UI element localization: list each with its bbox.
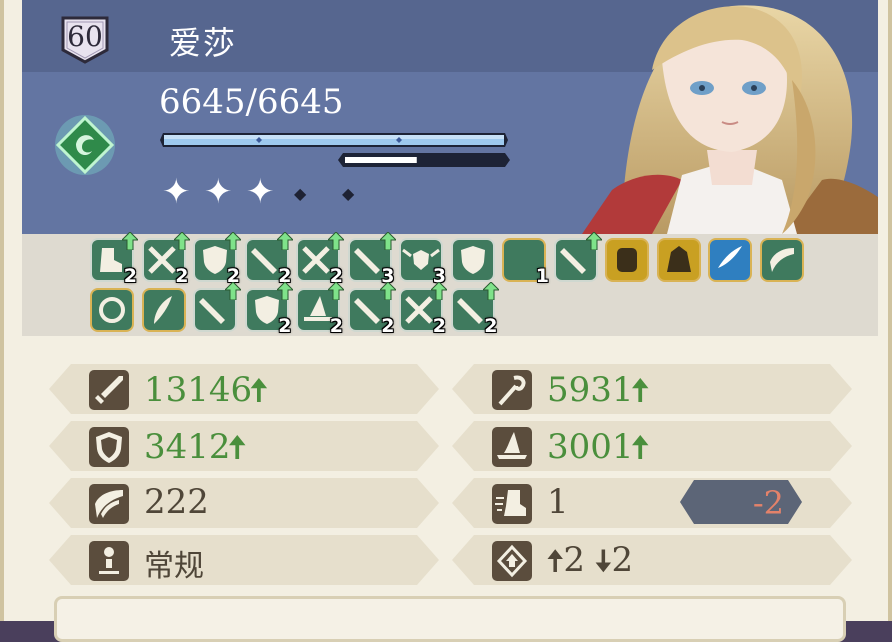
defense-value: 3412🠅 [144, 425, 246, 479]
hp-bar [159, 132, 509, 148]
staff-icon [492, 370, 532, 410]
sub-bar [337, 152, 511, 168]
sword-up-icon[interactable]: 3 [347, 231, 397, 287]
buff-up-arrow-icon [223, 231, 243, 254]
crescent-moon-icon[interactable]: 1 [502, 238, 549, 287]
sword-up-icon[interactable] [553, 231, 603, 282]
description-box [54, 596, 846, 642]
buff-stack-count: 2 [484, 315, 498, 337]
stat-jump: 🠅2 🠇2 [452, 535, 852, 585]
hat-up-icon[interactable]: 2 [296, 281, 346, 337]
level-number: 60 [67, 20, 103, 53]
star-empty-icon: ◆ [342, 184, 355, 203]
guardian-icon[interactable] [656, 238, 701, 282]
buff-up-arrow-icon [172, 231, 191, 254]
stats-panel: 13146🠅 5931🠅 3412🠅 3001🠅 222 1 常规 🠅2 🠇2 [22, 336, 878, 621]
shield-icon[interactable] [450, 238, 495, 282]
star-filled-icon: ✦ [204, 172, 233, 212]
attack-value: 13146🠅 [144, 368, 268, 422]
buff-stack-count: 1 [535, 265, 549, 287]
buff-up-arrow-icon [378, 231, 397, 254]
crossed-swords-up-icon[interactable]: 2 [399, 281, 449, 337]
type-value: 常规 [144, 549, 204, 584]
sword-icon [89, 370, 129, 410]
jump-down-icon: 🠇 [595, 544, 612, 579]
swirl-icon[interactable] [90, 288, 134, 332]
character-card: 60 爱莎 6645/6645 ✦ ✦ ✦ ◆ ◆ 2 2 2 2 2 3 3 … [0, 0, 892, 642]
blade-slash-icon[interactable] [708, 238, 752, 282]
move-value: 1 [547, 482, 569, 522]
buff-up-arrow-icon [326, 231, 346, 254]
buff-up-arrow-icon [378, 281, 397, 304]
buff-stack-count: 2 [123, 265, 137, 287]
wings-shield-icon[interactable]: 3 [399, 238, 446, 287]
stat-attack: 13146🠅 [49, 364, 439, 414]
buff-up-arrow-icon [275, 231, 294, 254]
level-badge: 60 [59, 14, 111, 64]
hp-value: 6645/6645 [159, 82, 344, 122]
buff-up-arrow-icon [120, 231, 140, 254]
jump-up-icon: 🠅 [547, 544, 564, 579]
star-empty-icon: ◆ [294, 184, 307, 203]
sword-up-icon[interactable]: 2 [450, 281, 500, 337]
character-name: 爱莎 [169, 24, 238, 62]
stat-magic-defense: 3001🠅 [452, 421, 852, 471]
jump-value: 🠅2 🠇2 [547, 540, 634, 580]
wing-icon[interactable] [759, 238, 804, 282]
sword-up-icon[interactable] [193, 281, 243, 332]
magic-attack-value: 5931🠅 [547, 368, 649, 422]
buff-up-arrow-icon [584, 231, 603, 254]
wing-icon [89, 484, 129, 524]
move-modifier-value: -2 [752, 484, 784, 522]
feather-icon[interactable] [141, 288, 186, 332]
stat-speed: 222 [49, 478, 439, 528]
increase-arrow-icon: 🠅 [631, 371, 650, 409]
increase-arrow-icon: 🠅 [228, 428, 247, 466]
person-icon [89, 541, 129, 581]
buff-up-arrow-icon [223, 281, 243, 304]
shield-icon [89, 427, 129, 467]
boot-up-icon[interactable]: 2 [90, 231, 140, 287]
sword-up-icon[interactable]: 2 [347, 281, 397, 337]
buff-panel: 2222233122222 [22, 231, 878, 337]
stat-defense: 3412🠅 [49, 421, 439, 471]
buff-stack-count: 2 [175, 265, 189, 287]
shield-up-icon[interactable]: 2 [193, 231, 243, 287]
character-header: 60 爱莎 6645/6645 ✦ ✦ ✦ ◆ ◆ [22, 0, 878, 234]
magic-defense-value: 3001🠅 [547, 425, 649, 479]
buff-up-arrow-icon [275, 281, 294, 304]
buff-stack-count: 2 [381, 315, 395, 337]
stat-magic-attack: 5931🠅 [452, 364, 852, 414]
star-filled-icon: ✦ [162, 172, 191, 212]
buff-up-arrow-icon [429, 281, 449, 304]
sub-bar-fill [345, 157, 417, 163]
buff-stack-count: 2 [329, 315, 343, 337]
boot-icon [492, 484, 532, 524]
wind-element-icon [54, 114, 116, 176]
sword-up-icon[interactable]: 2 [244, 231, 294, 287]
star-filled-icon: ✦ [246, 172, 275, 212]
buff-stack-count: 2 [278, 315, 292, 337]
buff-up-arrow-icon [481, 281, 500, 304]
buff-stack-count: 2 [432, 315, 446, 337]
buff-up-arrow-icon [326, 281, 346, 304]
speed-value: 222 [144, 482, 209, 522]
stat-type: 常规 [49, 535, 439, 585]
character-portrait [582, 0, 878, 234]
jump-icon [492, 541, 532, 581]
move-modifier-badge: -2 [680, 480, 802, 524]
crossed-swords-up-icon[interactable]: 2 [296, 231, 346, 287]
increase-arrow-icon: 🠅 [250, 371, 268, 409]
wizard-hat-icon [492, 427, 532, 467]
fist-icon[interactable] [605, 238, 649, 282]
crossed-swords-up-icon[interactable]: 2 [141, 231, 191, 287]
shield-up-icon[interactable]: 2 [244, 281, 294, 337]
increase-arrow-icon: 🠅 [631, 428, 650, 466]
